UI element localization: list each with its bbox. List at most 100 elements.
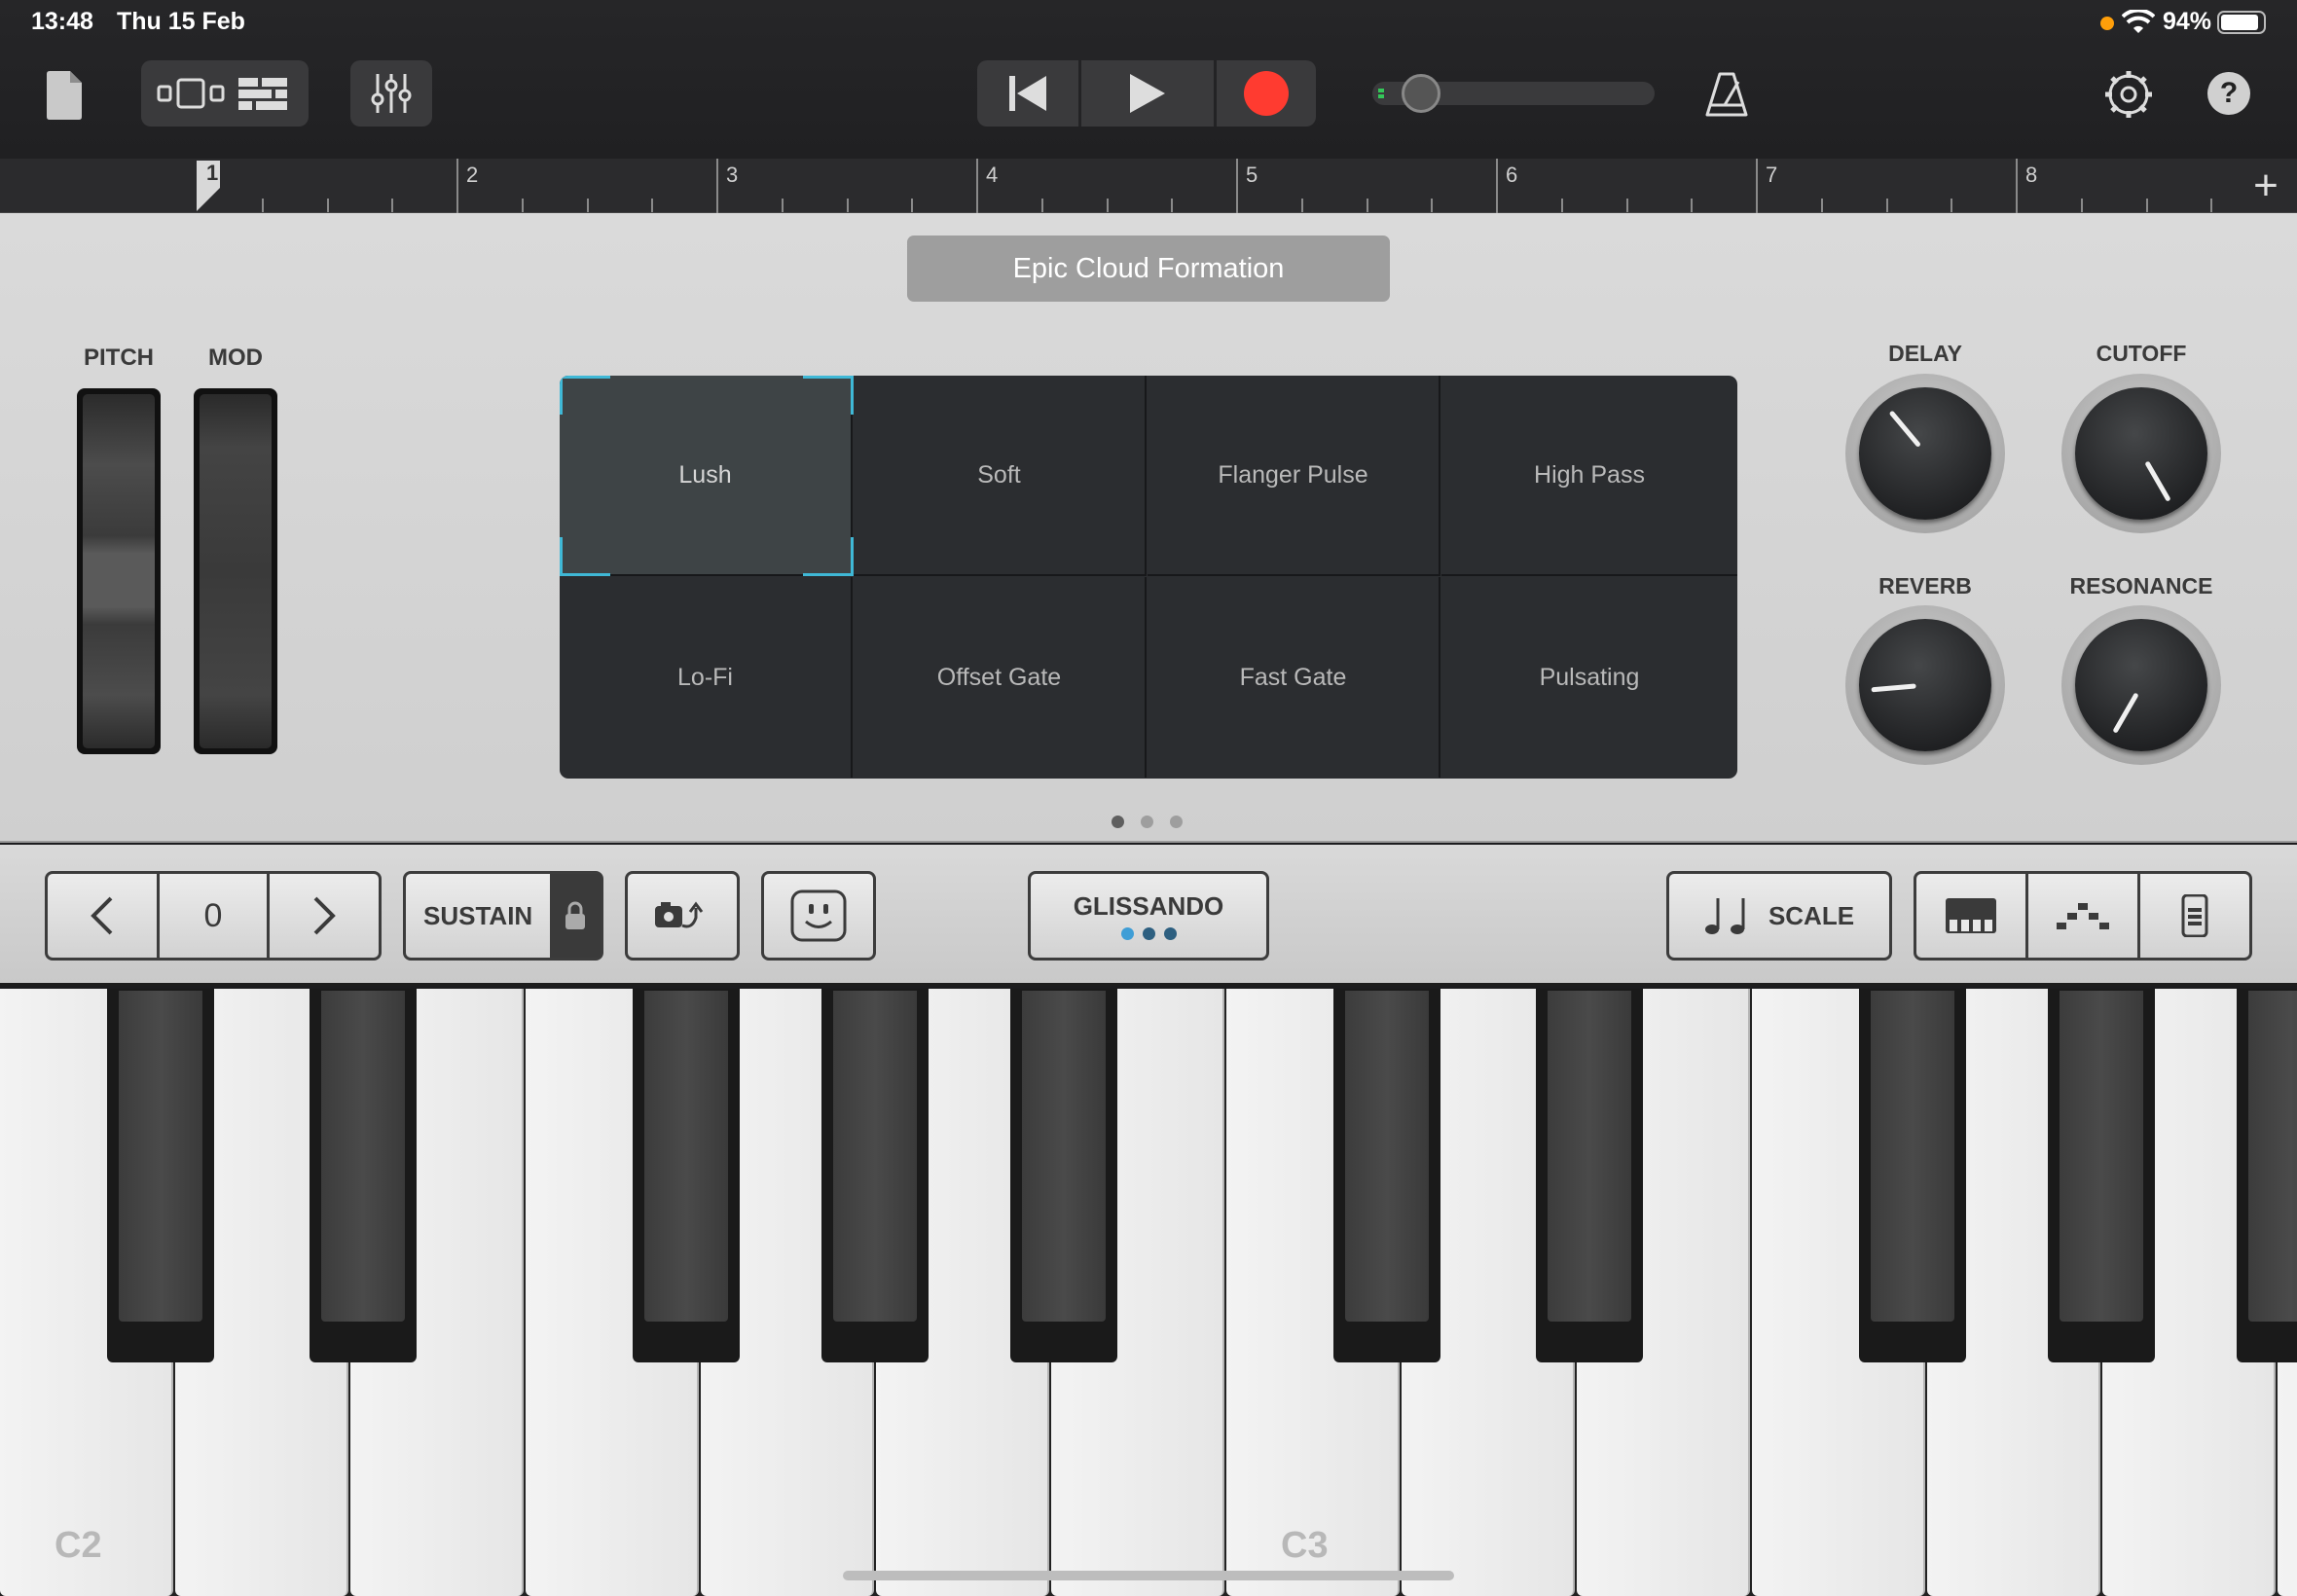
selection-corner [803, 537, 854, 576]
sustain-lock[interactable] [550, 874, 601, 958]
ruler-tick [1951, 199, 1953, 212]
grid-cell-high-pass[interactable]: High Pass [1441, 376, 1737, 576]
selection-corner [560, 376, 610, 415]
resonance-knob[interactable] [2061, 605, 2221, 765]
ruler-tick [1040, 199, 1043, 212]
black-key[interactable] [310, 989, 417, 1362]
grid-cell-flanger-pulse[interactable]: Flanger Pulse [1148, 376, 1440, 576]
ruler-tick [2210, 199, 2213, 212]
arpeggiator-button[interactable] [625, 871, 740, 961]
grid-cell-pulsating[interactable]: Pulsating [1441, 577, 1737, 778]
reverb-knob-label: REVERB [1878, 573, 1972, 598]
arpeggio-layout-button[interactable] [2028, 874, 2137, 958]
black-key[interactable] [1536, 989, 1643, 1362]
ruler-tick [1885, 199, 1888, 212]
black-key[interactable] [1010, 989, 1117, 1362]
record-button[interactable] [1217, 60, 1316, 127]
sustain-button[interactable]: SUSTAIN [403, 871, 603, 961]
grid-cell-soft[interactable]: Soft [854, 376, 1147, 576]
black-key[interactable] [633, 989, 740, 1362]
ruler-bar-line [716, 159, 718, 213]
pitch-wheel[interactable] [77, 388, 161, 754]
grid-cell-offset-gate[interactable]: Offset Gate [854, 577, 1147, 778]
black-key[interactable] [107, 989, 214, 1362]
selection-corner [560, 537, 610, 576]
black-key[interactable] [2237, 989, 2297, 1362]
piano-keys-icon [1946, 898, 1996, 933]
delay-knob-label: DELAY [1888, 341, 1962, 366]
rewind-icon [1009, 76, 1046, 111]
octave-value: 0 [203, 896, 223, 934]
master-volume-slider[interactable] [1372, 74, 1655, 113]
track-list-icon[interactable] [235, 74, 293, 113]
rewind-button[interactable] [977, 60, 1078, 127]
home-indicator[interactable] [843, 1571, 1454, 1580]
ruler-bar-number: 2 [466, 163, 479, 187]
black-key[interactable] [2048, 989, 2155, 1362]
cutoff-knob[interactable] [2061, 374, 2221, 533]
ruler-bar-line [2016, 159, 2018, 213]
battery-icon [2217, 11, 2266, 34]
resonance-knob-label: RESONANCE [2069, 573, 2213, 598]
reverb-knob[interactable] [1845, 605, 2005, 765]
scale-button[interactable]: SCALE [1666, 871, 1892, 961]
lock-icon [565, 901, 585, 929]
add-section-button[interactable]: + [2235, 159, 2297, 213]
chord-strip-icon [2181, 894, 2208, 937]
timeline-ruler[interactable]: 2 3 4 5 6 7 8 1 + [0, 159, 2297, 213]
velocity-button[interactable] [761, 871, 876, 961]
glissando-label: GLISSANDO [1073, 891, 1224, 921]
ruler-bar-number: 8 [2025, 163, 2038, 187]
chord-strip-layout-button[interactable] [2140, 874, 2249, 958]
ruler-tick [2145, 199, 2148, 212]
top-toolbar: 13:48 Thu 15 Feb 94% ? [0, 0, 2297, 159]
mod-wheel[interactable] [194, 388, 277, 754]
ruler-tick [1171, 199, 1174, 212]
ruler-bar-line [1756, 159, 1758, 213]
grid-cell-lo-fi[interactable]: Lo-Fi [560, 577, 853, 778]
document-icon[interactable] [45, 70, 84, 121]
record-icon [1244, 71, 1289, 116]
patch-name-button[interactable]: Epic Cloud Formation [907, 236, 1390, 302]
black-key[interactable] [821, 989, 929, 1362]
transport-controls [977, 60, 1316, 127]
play-button[interactable] [1081, 60, 1214, 127]
octave-control: 0 [45, 871, 382, 961]
octave-up-button[interactable] [270, 874, 379, 958]
ruler-bar-number: 6 [1506, 163, 1518, 187]
page-indicator[interactable] [1112, 816, 1183, 828]
wifi-icon [2122, 10, 2155, 33]
mic-indicator-icon [2100, 17, 2114, 30]
ruler-bar-line [976, 159, 978, 213]
black-key[interactable] [1859, 989, 1966, 1362]
delay-knob[interactable] [1845, 374, 2005, 533]
ruler-tick [391, 199, 394, 212]
help-button[interactable]: ? [2207, 72, 2250, 115]
grid-cell-fast-gate[interactable]: Fast Gate [1148, 577, 1440, 778]
settings-icon[interactable] [2104, 70, 2153, 119]
ruler-tick [1560, 199, 1563, 212]
keys-layout-button[interactable] [1916, 874, 2025, 958]
page-dot[interactable] [1112, 816, 1124, 828]
glissando-button[interactable]: GLISSANDO [1028, 871, 1269, 961]
page-dot[interactable] [1141, 816, 1153, 828]
ruler-bar-number: 4 [986, 163, 999, 187]
volume-slider-thumb[interactable] [1402, 74, 1440, 113]
metronome-icon[interactable] [1705, 72, 1748, 117]
black-key[interactable] [1333, 989, 1440, 1362]
page-dot[interactable] [1170, 816, 1183, 828]
octave-down-button[interactable] [48, 874, 157, 958]
glissando-indicator [1120, 927, 1177, 940]
mixer-button[interactable] [350, 60, 432, 127]
ruler-tick [911, 199, 914, 212]
piano-keyboard: C2 C3 [0, 989, 2297, 1596]
mod-wheel-label: MOD [208, 345, 263, 371]
keyboard-layout-selector [1914, 871, 2252, 961]
ruler-tick [1820, 199, 1823, 212]
ruler-tick [846, 199, 849, 212]
chevron-right-icon [313, 896, 336, 935]
ruler-tick [1431, 199, 1434, 212]
tracks-view-icon[interactable] [157, 74, 235, 113]
arpeggiator-icon [655, 901, 704, 928]
ruler-bar-line [1236, 159, 1238, 213]
